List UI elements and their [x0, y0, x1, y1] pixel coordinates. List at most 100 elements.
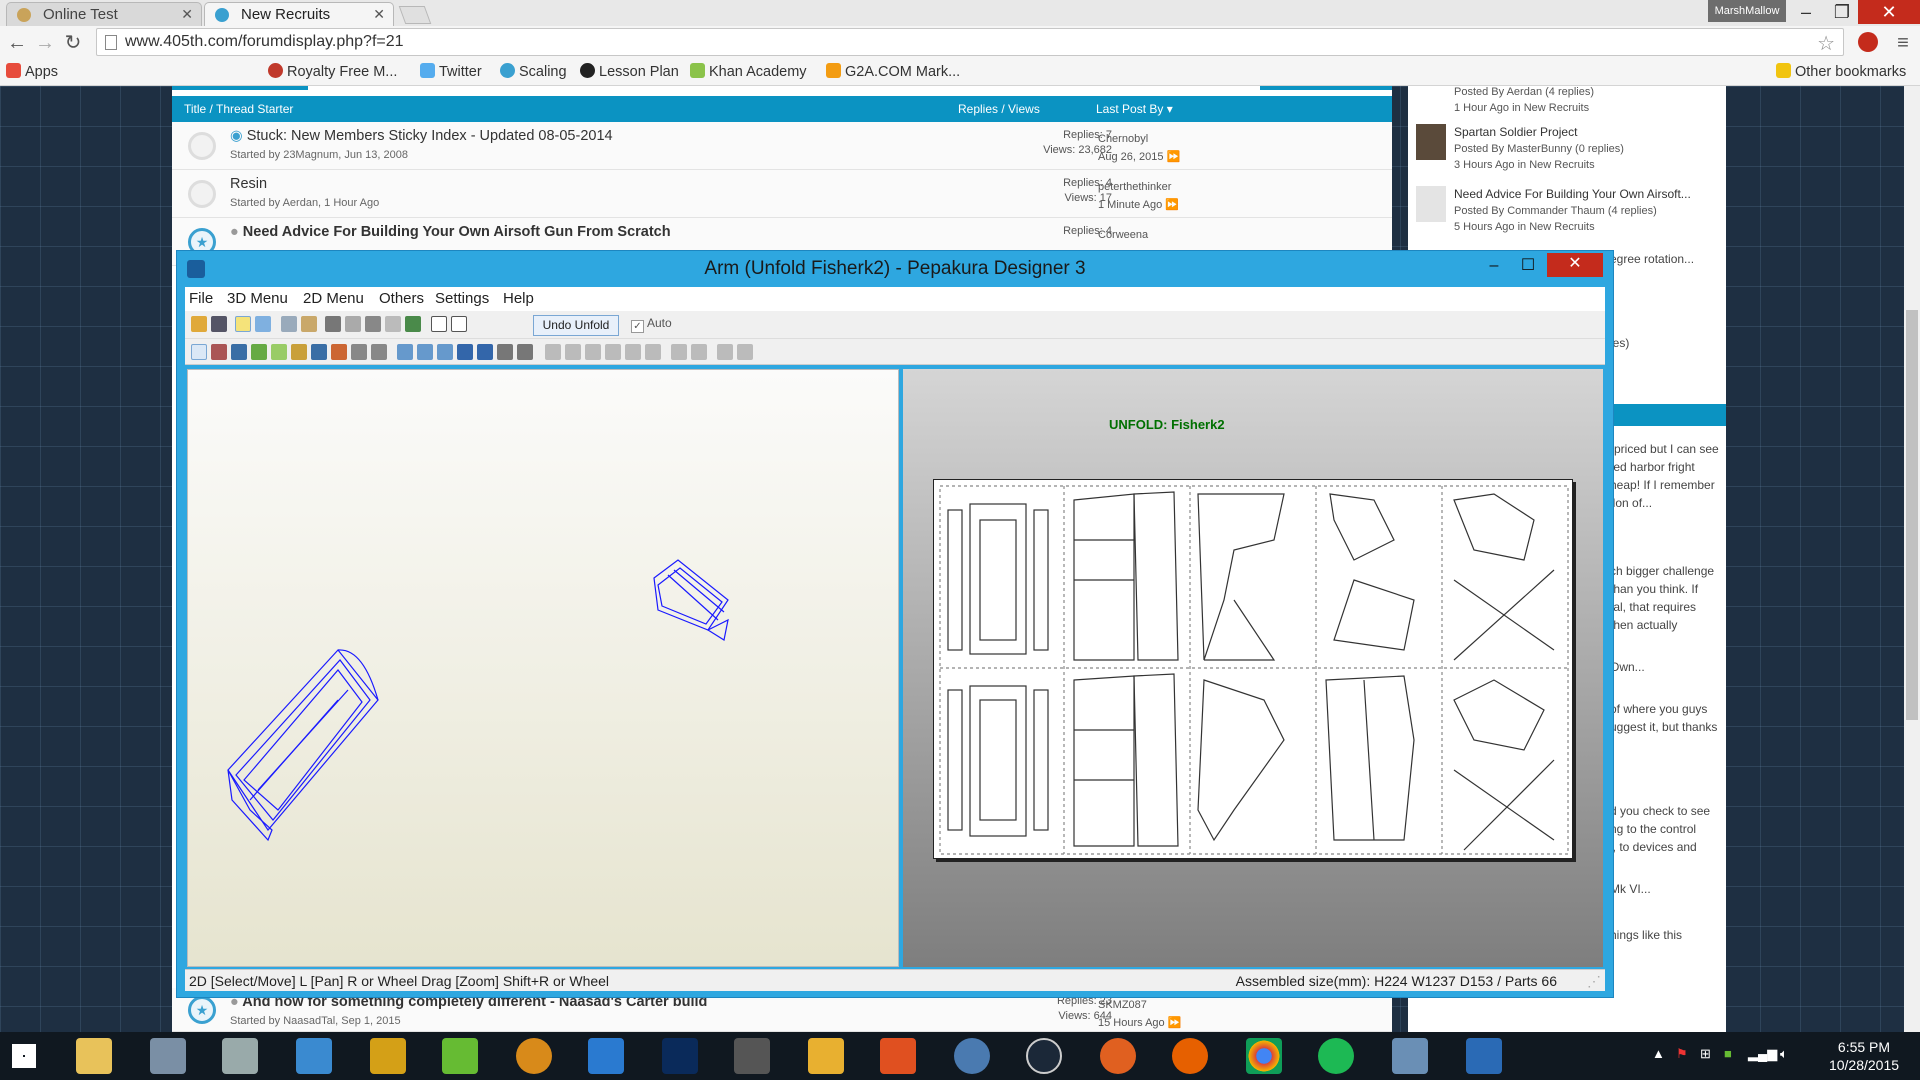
copy-icon[interactable]: [385, 316, 401, 332]
select-all-icon[interactable]: [417, 344, 433, 360]
thread-row[interactable]: Resin Started by Aerdan, 1 Hour Ago Repl…: [172, 170, 1392, 218]
light-icon[interactable]: [235, 316, 251, 332]
close-tab-icon[interactable]: ✕: [181, 6, 193, 23]
rotate-ccw-icon[interactable]: [691, 344, 707, 360]
recent-post-title[interactable]: Need Advice For Building Your Own Airsof…: [1454, 187, 1691, 201]
align-center-icon[interactable]: [565, 344, 581, 360]
align-middle-icon[interactable]: [625, 344, 641, 360]
align-right-icon[interactable]: [585, 344, 601, 360]
recent-post[interactable]: Spartan Soldier Project Posted By Master…: [1454, 124, 1624, 173]
app-icon[interactable]: [954, 1038, 990, 1074]
bookmark-royalty-free[interactable]: Royalty Free M...: [268, 63, 397, 80]
minimize-icon[interactable]: –: [1477, 251, 1511, 281]
tool-icon[interactable]: [345, 316, 361, 332]
maximize-icon[interactable]: ❐: [1822, 0, 1862, 24]
forward-icon[interactable]: →: [32, 30, 58, 56]
spotify-icon[interactable]: [1318, 1038, 1354, 1074]
photos-icon[interactable]: [1392, 1038, 1428, 1074]
thread-row[interactable]: ◉ Stuck: New Members Sticky Index - Upda…: [172, 122, 1392, 170]
fit-icon[interactable]: [717, 344, 733, 360]
last-post-user[interactable]: Chernobyl: [1098, 133, 1148, 145]
reload-icon[interactable]: ↻: [60, 30, 86, 56]
maximize-icon[interactable]: ☐: [1511, 251, 1545, 281]
origin-icon[interactable]: [1100, 1038, 1136, 1074]
app-icon[interactable]: [222, 1038, 258, 1074]
print-icon[interactable]: [517, 344, 533, 360]
flap-icon[interactable]: [251, 344, 267, 360]
menu-help[interactable]: Help: [503, 290, 534, 307]
audio-app-icon[interactable]: [516, 1038, 552, 1074]
menu-settings[interactable]: Settings: [435, 290, 489, 307]
last-post-user[interactable]: SKMZ087: [1098, 999, 1147, 1011]
back-icon[interactable]: ←: [4, 30, 30, 56]
fold-icon[interactable]: [331, 344, 347, 360]
a1-icon[interactable]: [370, 1038, 406, 1074]
windows-icon[interactable]: ⊞: [1700, 1046, 1711, 1062]
calculator-icon[interactable]: [150, 1038, 186, 1074]
image-icon[interactable]: [311, 344, 327, 360]
close-window-icon[interactable]: ✕: [1858, 0, 1920, 24]
pepakura-app-icon[interactable]: [187, 260, 205, 278]
bookmark-lesson-plan[interactable]: Lesson Plan: [580, 63, 679, 80]
tab-online-test[interactable]: Online Test ✕: [6, 2, 202, 26]
last-post-user[interactable]: Corweena: [1098, 226, 1148, 244]
menu-file[interactable]: File: [189, 290, 213, 307]
close-tab-icon[interactable]: ✕: [373, 6, 385, 23]
show-hidden-icons[interactable]: ▲: [1652, 1046, 1665, 1061]
recent-post-title[interactable]: Spartan Soldier Project: [1454, 125, 1577, 139]
bookmark-scaling[interactable]: Scaling: [500, 63, 567, 80]
flag-icon[interactable]: ⚑: [1676, 1046, 1688, 1062]
film-icon[interactable]: [734, 1038, 770, 1074]
auto-checkbox[interactable]: ✓ Auto: [631, 316, 672, 333]
undo-icon[interactable]: [351, 344, 367, 360]
title-column-header[interactable]: Title / Thread Starter: [184, 102, 293, 116]
join-icon[interactable]: [231, 344, 247, 360]
fruit-icon[interactable]: [808, 1038, 844, 1074]
profile-button[interactable]: MarshMallow: [1708, 0, 1786, 22]
app-icon[interactable]: [296, 1038, 332, 1074]
align-top-icon[interactable]: [605, 344, 621, 360]
3d-view-pane[interactable]: [187, 369, 899, 967]
open-icon[interactable]: [191, 316, 207, 332]
align-bottom-icon[interactable]: [645, 344, 661, 360]
go-to-last-icon[interactable]: ⏩: [1168, 1017, 1182, 1029]
bookmark-twitter[interactable]: Twitter: [420, 63, 482, 80]
volume-icon[interactable]: 🔈︎: [1780, 1046, 1788, 1062]
thread-title[interactable]: ◉ Stuck: New Members Sticky Index - Upda…: [230, 128, 613, 144]
page-icon[interactable]: [457, 344, 473, 360]
movie-maker-icon[interactable]: [588, 1038, 624, 1074]
network-icon[interactable]: ▂▄▆: [1748, 1046, 1777, 1062]
close-window-icon[interactable]: ✕: [1547, 253, 1603, 277]
nvidia-icon[interactable]: [442, 1038, 478, 1074]
shape-icon[interactable]: [405, 316, 421, 332]
new-tab-button[interactable]: [398, 6, 432, 24]
steam-icon[interactable]: [1026, 1038, 1062, 1074]
chrome-icon[interactable]: [1246, 1038, 1282, 1074]
bookmark-apps[interactable]: Apps: [6, 63, 58, 80]
window2-icon[interactable]: [451, 316, 467, 332]
replies-column-header[interactable]: Replies / Views: [958, 102, 1040, 116]
paper-icon[interactable]: [301, 316, 317, 332]
minimize-icon[interactable]: –: [1786, 0, 1826, 24]
scrollbar-thumb[interactable]: [1906, 310, 1918, 720]
rotate-part-icon[interactable]: [271, 344, 287, 360]
start-button-icon[interactable]: [12, 1044, 36, 1068]
cut-icon[interactable]: [211, 344, 227, 360]
align-left-icon[interactable]: [545, 344, 561, 360]
firefox-icon[interactable]: [1172, 1038, 1208, 1074]
extension-icon[interactable]: [1858, 32, 1878, 52]
align-icon[interactable]: [397, 344, 413, 360]
text-icon[interactable]: [291, 344, 307, 360]
menu-others[interactable]: Others: [379, 290, 424, 307]
thread-title[interactable]: ● Need Advice For Building Your Own Airs…: [230, 224, 671, 240]
file-explorer-icon[interactable]: [76, 1038, 112, 1074]
last-post-user[interactable]: peterthethinker: [1098, 181, 1171, 193]
rotate-cw-icon[interactable]: [671, 344, 687, 360]
texture-icon[interactable]: [255, 316, 271, 332]
layout-icon[interactable]: [477, 344, 493, 360]
menu-2d[interactable]: 2D Menu: [303, 290, 364, 307]
expand-icon[interactable]: [737, 344, 753, 360]
go-to-last-icon[interactable]: ⏩: [1165, 199, 1179, 211]
group-icon[interactable]: [437, 344, 453, 360]
app-icon[interactable]: [880, 1038, 916, 1074]
